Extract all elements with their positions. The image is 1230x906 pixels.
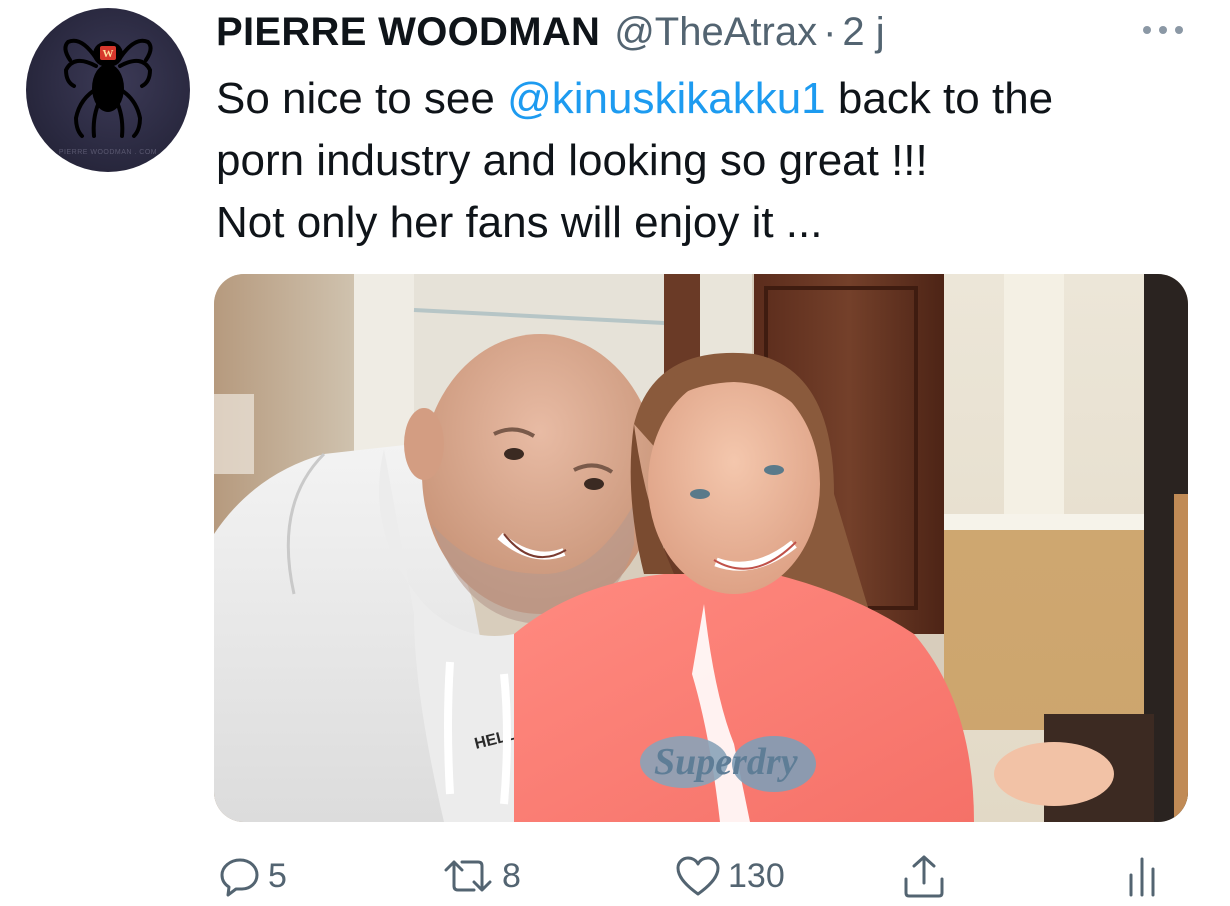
tweet-text: So nice to see @kinuskikakku1 back to th… [216, 68, 1206, 254]
like-button[interactable]: 130 [674, 852, 785, 900]
tweet-text-line-2: porn industry and looking so great !!! [216, 136, 928, 185]
more-options-button[interactable] [1140, 18, 1186, 42]
reply-icon [220, 858, 259, 897]
sweater-logo-text: Superdry [654, 741, 798, 783]
header-separator: · [823, 10, 837, 54]
tweet-photo[interactable]: HELL Superdry [214, 274, 1188, 822]
more-dots-icon [1143, 26, 1183, 34]
tweet-text-segment: back to the [825, 74, 1054, 123]
analytics-icon [1129, 857, 1155, 897]
retweet-icon [444, 860, 492, 892]
tweet-action-bar: 5 8 130 [0, 846, 1230, 906]
avatar-logo-text: PIERRE WOODMAN . COM [59, 149, 157, 156]
author-handle[interactable]: @TheAtrax [614, 6, 817, 58]
reply-count: 5 [268, 856, 287, 895]
tweet-header: PIERRE WOODMAN @TheAtrax · 2 j [216, 6, 885, 58]
tweet-timestamp[interactable]: 2 j [842, 6, 884, 58]
tweet-text-line-3: Not only her fans will enjoy it ... [216, 198, 823, 247]
analytics-button[interactable] [1126, 852, 1158, 900]
retweet-count: 8 [502, 856, 521, 895]
heart-icon [676, 856, 720, 896]
retweet-button[interactable]: 8 [440, 852, 521, 900]
spider-logo-icon: W PIERRE WOODMAN . COM [59, 38, 157, 156]
tweet-card: W PIERRE WOODMAN . COM PIERRE WOODMAN @T… [0, 0, 1230, 906]
reply-button[interactable]: 5 [218, 852, 287, 900]
author-avatar[interactable]: W PIERRE WOODMAN . COM [26, 8, 190, 172]
author-display-name[interactable]: PIERRE WOODMAN [216, 6, 600, 58]
avatar-logo-letter: W [103, 48, 114, 60]
share-button[interactable] [902, 852, 946, 900]
tweet-text-line-1: So nice to see @kinuskikakku1 back to th… [216, 68, 1206, 130]
like-count: 130 [728, 856, 785, 895]
selfie-photo: HELL Superdry [214, 274, 1188, 822]
mention-link[interactable]: @kinuskikakku1 [507, 74, 826, 123]
tweet-text-segment: So nice to see [216, 74, 508, 123]
share-icon [904, 855, 944, 898]
